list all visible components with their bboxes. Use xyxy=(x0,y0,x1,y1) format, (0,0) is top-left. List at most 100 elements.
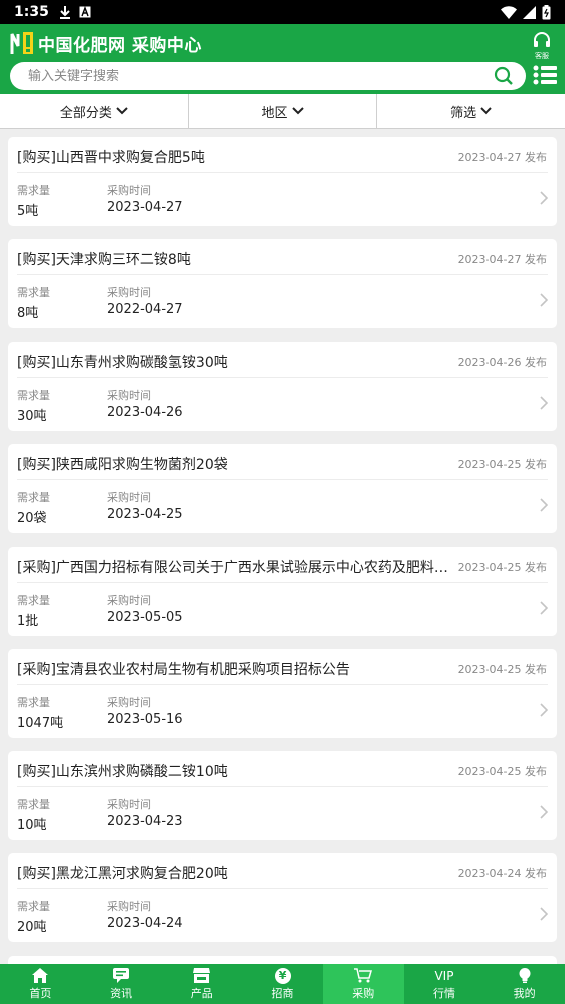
tab-label: 资讯 xyxy=(110,986,133,1000)
qty-value: 1批 xyxy=(17,614,39,629)
logo-icon xyxy=(10,32,33,54)
tab-label: 首页 xyxy=(29,986,52,1000)
time-label: 采购时间 xyxy=(107,798,151,811)
tab-investment[interactable]: ¥ 招商 xyxy=(242,964,323,1004)
app-header: 中国化肥网 采购中心 客服 xyxy=(0,24,565,94)
qty-label: 需求量 xyxy=(17,696,50,709)
qty-label: 需求量 xyxy=(17,594,50,607)
tab-label: 行情 xyxy=(432,986,455,1000)
tab-home[interactable]: 首页 xyxy=(0,964,81,1004)
item-title: [购买]黑龙江黑河求购复合肥20吨 xyxy=(17,866,228,882)
qty-label: 需求量 xyxy=(17,184,50,197)
item-title: [购买]山东青州求购碳酸氢铵30吨 xyxy=(17,355,228,371)
item-date: 2023-04-25 发布 xyxy=(457,458,547,471)
status-bar: 1:35 xyxy=(0,0,565,24)
bulb-icon xyxy=(519,968,531,983)
qty-label: 需求量 xyxy=(17,491,50,504)
item-date: 2023-04-25 发布 xyxy=(457,765,547,778)
tab-news[interactable]: 资讯 xyxy=(81,964,162,1004)
qty-value: 20袋 xyxy=(17,511,47,526)
vip-icon: VIP xyxy=(434,968,454,983)
chevron-right-icon xyxy=(540,396,548,410)
item-title: [购买]陕西咸阳求购生物菌剂20袋 xyxy=(17,457,228,473)
time-value: 2022-04-27 xyxy=(107,302,183,317)
chevron-down-icon xyxy=(291,107,304,115)
qty-value: 8吨 xyxy=(17,306,39,321)
purchase-item[interactable]: [购买]山东滨州求购磷酸二铵10吨 2023-04-25 发布 需求量 采购时间… xyxy=(8,751,557,840)
tab-label: 产品 xyxy=(190,986,213,1000)
filter-options[interactable]: 筛选 xyxy=(377,94,565,128)
search-input[interactable] xyxy=(28,68,494,84)
customer-service-button[interactable]: 客服 xyxy=(531,32,553,60)
time-label: 采购时间 xyxy=(107,286,151,299)
purchase-item[interactable]: [采购]宝清县农业农村局生物有机肥采购项目招标公告 2023-04-25 发布 … xyxy=(8,649,557,738)
time-label: 采购时间 xyxy=(107,491,151,504)
filter-category[interactable]: 全部分类 xyxy=(0,94,189,128)
time-value: 2023-04-25 xyxy=(107,507,183,522)
divider xyxy=(17,377,548,378)
download-icon xyxy=(59,6,70,19)
divider xyxy=(17,684,548,685)
tab-label: 招商 xyxy=(271,986,294,1000)
purchase-item[interactable]: [购买]陕西咸阳求购生物菌剂20袋 2023-04-25 发布 需求量 采购时间… xyxy=(8,444,557,533)
item-title: [购买]山西晋中求购复合肥5吨 xyxy=(17,150,205,166)
status-time: 1:35 xyxy=(14,4,49,20)
chevron-right-icon xyxy=(540,293,548,307)
item-date: 2023-04-27 发布 xyxy=(457,253,547,266)
divider xyxy=(17,786,548,787)
divider xyxy=(17,172,548,173)
chat-icon xyxy=(113,968,130,983)
item-date: 2023-04-24 发布 xyxy=(457,867,547,880)
time-label: 采购时间 xyxy=(107,594,151,607)
headset-icon xyxy=(534,32,550,47)
chevron-down-icon xyxy=(116,107,128,115)
filter-options-label: 筛选 xyxy=(450,105,477,121)
purchase-item[interactable]: [采购]广西国力招标有限公司关于广西水果试验展示中心农药及肥料… 2023-04… xyxy=(8,547,557,636)
qty-value: 5吨 xyxy=(17,204,39,219)
item-title: [购买]山东滨州求购磷酸二铵10吨 xyxy=(17,764,228,780)
time-value: 2023-04-23 xyxy=(107,814,183,829)
chevron-right-icon xyxy=(540,498,548,512)
filter-region-label: 地区 xyxy=(261,105,288,121)
chevron-right-icon xyxy=(540,191,548,205)
tab-products[interactable]: 产品 xyxy=(161,964,242,1004)
qty-value: 30吨 xyxy=(17,409,47,424)
purchase-item[interactable]: [购买]山东青州求购碳酸氢铵30吨 2023-04-26 发布 需求量 采购时间… xyxy=(8,342,557,431)
purchase-item[interactable]: [购买]天津求购三环二铵8吨 2023-04-27 发布 需求量 采购时间 8吨… xyxy=(8,239,557,328)
battery-icon xyxy=(542,4,551,19)
item-date: 2023-04-26 发布 xyxy=(457,356,547,369)
divider xyxy=(17,582,548,583)
qty-label: 需求量 xyxy=(17,798,50,811)
tab-label: 采购 xyxy=(352,986,375,1000)
chevron-right-icon xyxy=(540,601,548,615)
time-value: 2023-05-05 xyxy=(107,610,183,625)
qty-label: 需求量 xyxy=(17,389,50,402)
tab-mine[interactable]: 我的 xyxy=(484,964,565,1004)
purchase-item[interactable]: [购买]山西晋中求购复合肥5吨 2023-04-27 发布 需求量 采购时间 5… xyxy=(8,137,557,226)
wifi-icon xyxy=(501,5,517,19)
time-value: 2023-04-24 xyxy=(107,916,183,931)
qty-value: 20吨 xyxy=(17,920,47,935)
chevron-down-icon xyxy=(480,107,492,115)
chevron-right-icon xyxy=(540,805,548,819)
list-menu-icon[interactable] xyxy=(533,65,557,85)
home-icon xyxy=(32,968,49,983)
divider xyxy=(17,274,548,275)
search-bar[interactable] xyxy=(10,62,526,90)
page-title: 中国化肥网 采购中心 xyxy=(38,35,202,56)
filter-region[interactable]: 地区 xyxy=(189,94,378,128)
tab-market[interactable]: VIP 行情 xyxy=(404,964,485,1004)
search-icon[interactable] xyxy=(494,66,514,86)
app-notification-icon xyxy=(79,6,91,18)
chevron-right-icon xyxy=(540,907,548,921)
purchase-item[interactable]: [购买]黑龙江黑河求购复合肥20吨 2023-04-24 发布 需求量 采购时间… xyxy=(8,853,557,942)
purchase-item-partial[interactable] xyxy=(8,956,557,964)
time-value: 2023-04-27 xyxy=(107,200,183,215)
qty-label: 需求量 xyxy=(17,900,50,913)
tab-purchase[interactable]: 采购 xyxy=(322,964,404,1004)
qty-value: 10吨 xyxy=(17,818,47,833)
item-date: 2023-04-25 发布 xyxy=(457,663,547,676)
time-label: 采购时间 xyxy=(107,184,151,197)
time-value: 2023-05-16 xyxy=(107,712,183,727)
chevron-right-icon xyxy=(540,703,548,717)
